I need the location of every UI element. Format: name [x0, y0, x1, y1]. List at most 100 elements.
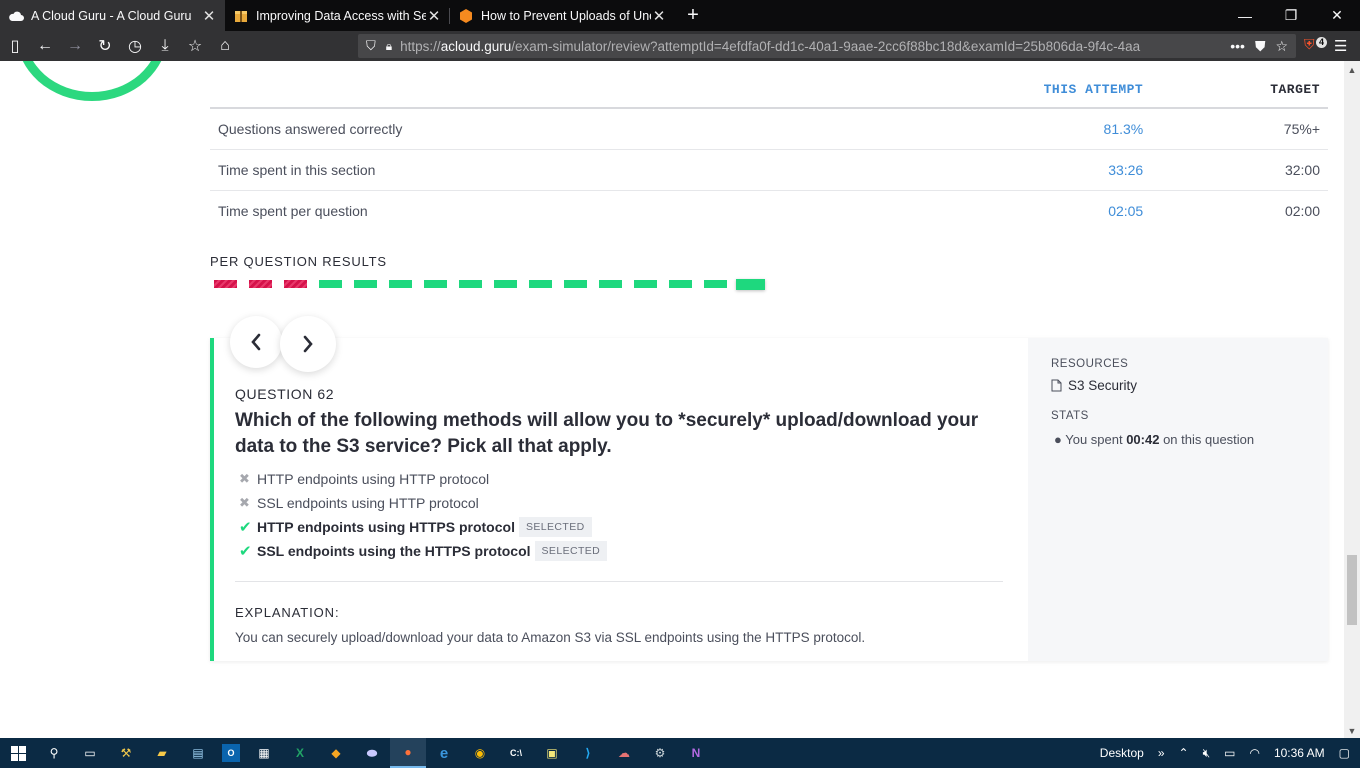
- stat-value: 00:42: [1126, 432, 1160, 447]
- question-result-right[interactable]: [599, 280, 622, 288]
- chevron-right-icon[interactable]: »: [1158, 746, 1165, 760]
- extension-badge: 4: [1316, 37, 1328, 48]
- outlook-icon[interactable]: O: [222, 744, 240, 762]
- new-tab-button[interactable]: +: [679, 0, 707, 31]
- question-result-right[interactable]: [634, 280, 657, 288]
- wifi-icon[interactable]: ◠: [1249, 746, 1259, 760]
- stat-attempt-value: 81.3%: [824, 108, 1144, 150]
- navigation-toolbar: ▯ ← → ↻ ◷ ⤓ ☆ ⌂ ⛉ 🔒︎ https://acloud.guru…: [0, 31, 1360, 61]
- download-icon[interactable]: ⤓: [150, 32, 180, 60]
- resources-label: RESOURCES: [1051, 358, 1129, 370]
- file-explorer-icon[interactable]: ▰: [144, 738, 180, 768]
- calculator-icon[interactable]: ▦: [246, 738, 282, 768]
- reload-icon[interactable]: ↻: [90, 32, 120, 60]
- answer-text: HTTP endpoints using HTTPS protocol: [257, 519, 515, 535]
- checkmark-icon: ✔: [239, 519, 252, 536]
- battery-icon[interactable]: ▭: [1224, 746, 1235, 760]
- shield-icon[interactable]: ⛉: [366, 38, 376, 54]
- question-result-right[interactable]: [459, 280, 482, 288]
- selected-badge: SELECTED: [518, 517, 592, 537]
- chevron-up-icon[interactable]: ⌃: [1179, 746, 1189, 760]
- search-icon[interactable]: ⚲: [36, 738, 72, 768]
- brave-lion-icon: ⛨: [1304, 36, 1315, 52]
- url-text[interactable]: https://acloud.guru/exam-simulator/revie…: [400, 39, 1224, 54]
- windows-taskbar: ⚲ ▭ ⚒ ▰ ▤ O ▦ X ◆ ⬬ ● e ◉ C:\ ▣ ⟩ ☁ ⚙ N …: [0, 738, 1360, 768]
- question-result-right[interactable]: [424, 280, 447, 288]
- score-ring: [16, 61, 168, 101]
- notepad-icon[interactable]: ▤: [180, 738, 216, 768]
- app-icon[interactable]: ☁: [606, 738, 642, 768]
- url-bar[interactable]: ⛉ 🔒︎ https://acloud.guru/exam-simulator/…: [358, 34, 1296, 58]
- answer-text: HTTP endpoints using HTTP protocol: [257, 471, 490, 487]
- desktop-toolbar[interactable]: Desktop: [1100, 746, 1144, 760]
- close-tab-icon[interactable]: ✕: [201, 7, 217, 25]
- excel-icon[interactable]: X: [282, 738, 318, 768]
- bookmark-star-icon[interactable]: ☆: [1275, 38, 1288, 55]
- home-icon[interactable]: ⌂: [210, 32, 240, 60]
- stat-suffix: on this question: [1159, 432, 1255, 447]
- close-tab-icon[interactable]: ✕: [426, 7, 442, 25]
- question-result-right[interactable]: [704, 280, 727, 288]
- close-window-icon[interactable]: ✕: [1314, 0, 1360, 31]
- question-result-right[interactable]: [354, 280, 377, 288]
- question-result-right[interactable]: [319, 280, 342, 288]
- resource-link[interactable]: S3 Security: [1051, 378, 1137, 393]
- tab-strip: A Cloud Guru - A Cloud Guru ✕ Improving …: [0, 0, 1360, 31]
- edge-icon[interactable]: e: [426, 738, 462, 768]
- question-result-wrong[interactable]: [284, 280, 307, 288]
- chrome-icon[interactable]: ◉: [462, 738, 498, 768]
- sidebar-toggle-icon[interactable]: ▯: [0, 32, 30, 60]
- onenote-icon[interactable]: N: [678, 738, 714, 768]
- per-question-results-label: PER QUESTION RESULTS: [210, 254, 387, 269]
- clock[interactable]: 10:36 AM: [1274, 746, 1325, 760]
- close-tab-icon[interactable]: ✕: [651, 7, 667, 25]
- git-icon[interactable]: ◆: [318, 738, 354, 768]
- forward-icon[interactable]: →: [60, 32, 90, 60]
- page-actions-icon[interactable]: •••: [1230, 38, 1245, 55]
- question-card: QUESTION 62 Which of the following metho…: [210, 316, 1328, 661]
- extension-button[interactable]: ⛨ 4: [1304, 36, 1328, 56]
- question-result-right[interactable]: [564, 280, 587, 288]
- vscode-icon[interactable]: ⟩: [570, 738, 606, 768]
- tab-acloudguru[interactable]: A Cloud Guru - A Cloud Guru ✕: [0, 0, 225, 31]
- notes-icon[interactable]: ▣: [534, 738, 570, 768]
- next-question-button[interactable]: [280, 316, 336, 372]
- cross-icon: ✖: [239, 495, 250, 510]
- question-result-right[interactable]: [736, 279, 765, 290]
- tab-prevent-uploads[interactable]: How to Prevent Uploads of Une ✕: [450, 0, 675, 31]
- notifications-icon[interactable]: ▢: [1339, 746, 1350, 760]
- cloud-icon: [8, 8, 24, 24]
- terminal-icon[interactable]: C:\: [498, 738, 534, 768]
- url-path: /exam-simulator/review?attemptId=4efdfa0…: [511, 38, 1141, 54]
- question-result-right[interactable]: [389, 280, 412, 288]
- scrollbar-thumb[interactable]: [1347, 555, 1357, 625]
- history-icon[interactable]: ◷: [120, 32, 150, 60]
- app-icon[interactable]: ⚙: [642, 738, 678, 768]
- restore-icon[interactable]: ❐: [1268, 0, 1314, 31]
- pocket-icon[interactable]: ⛊: [1255, 38, 1266, 55]
- question-result-wrong[interactable]: [214, 280, 237, 288]
- answer-option: ✖ SSL endpoints using HTTP protocol: [239, 491, 607, 515]
- back-icon[interactable]: ←: [30, 32, 60, 60]
- tab-improving-data-access[interactable]: Improving Data Access with Se ✕: [225, 0, 450, 31]
- start-icon[interactable]: [0, 738, 36, 768]
- question-result-wrong[interactable]: [249, 280, 272, 288]
- question-result-right[interactable]: [529, 280, 552, 288]
- firefox-icon[interactable]: ●: [390, 738, 426, 768]
- question-result-right[interactable]: [494, 280, 517, 288]
- task-view-icon[interactable]: ▭: [72, 738, 108, 768]
- volume-muted-icon[interactable]: 🔇︎: [1203, 746, 1211, 761]
- previous-question-button[interactable]: [230, 316, 282, 368]
- menu-icon[interactable]: ☰: [1334, 37, 1347, 55]
- app-icon[interactable]: ⚒: [108, 738, 144, 768]
- vertical-scrollbar[interactable]: ▲ ▼: [1344, 61, 1360, 738]
- this-attempt-header: THIS ATTEMPT: [824, 71, 1144, 109]
- tab-title: A Cloud Guru - A Cloud Guru: [31, 8, 192, 23]
- lock-icon[interactable]: 🔒︎: [386, 39, 392, 54]
- library-icon[interactable]: ☆: [180, 32, 210, 60]
- scroll-up-icon[interactable]: ▲: [1344, 65, 1360, 75]
- scroll-down-icon[interactable]: ▼: [1344, 726, 1360, 736]
- app-icon[interactable]: ⬬: [354, 738, 390, 768]
- minimize-icon[interactable]: —: [1222, 0, 1268, 31]
- question-result-right[interactable]: [669, 280, 692, 288]
